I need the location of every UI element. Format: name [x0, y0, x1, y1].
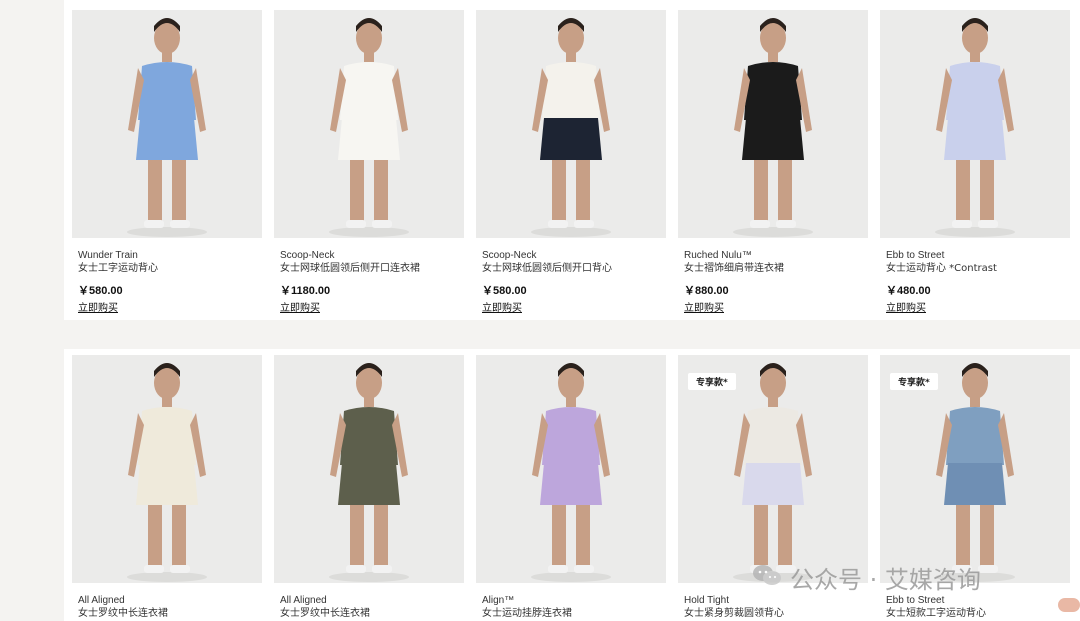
product-subtitle: 女士紧身剪裁圆领背心 — [684, 608, 784, 619]
buy-now-link[interactable]: 立即购买 — [274, 302, 320, 315]
product-subtitle: 女士运动挂脖连衣裙 — [482, 608, 572, 619]
product-card[interactable]: All Aligned 女士罗纹中长连衣裙 — [72, 355, 262, 621]
product-name[interactable]: Wunder Train — [72, 249, 262, 262]
product-name[interactable]: Scoop-Neck — [274, 249, 464, 262]
product-name[interactable]: Ruched Nulu™ — [678, 249, 868, 262]
product-image[interactable] — [678, 10, 868, 238]
product-name[interactable]: Ebb to Street — [880, 594, 1070, 607]
product-price: ￥580.00 — [482, 285, 527, 297]
buy-now-link[interactable]: 立即购买 — [476, 302, 522, 315]
product-price: ￥880.00 — [684, 285, 729, 297]
product-image[interactable]: 专享款* — [678, 355, 868, 583]
product-image[interactable] — [476, 10, 666, 238]
buy-now-link[interactable]: 立即购买 — [678, 302, 724, 315]
product-name[interactable]: All Aligned — [274, 594, 464, 607]
product-subtitle: 女士网球低圆领后侧开口背心 — [482, 263, 612, 274]
product-image[interactable] — [880, 10, 1070, 238]
product-image[interactable] — [274, 355, 464, 583]
exclusive-badge: 专享款* — [688, 373, 736, 390]
product-card[interactable]: Ruched Nulu™ 女士褶饰细肩带连衣裙 ￥880.00 立即购买 — [678, 10, 868, 316]
product-subtitle: 女士罗纹中长连衣裙 — [78, 608, 168, 619]
watermark-text: 公众号 · 艾媒咨询 — [790, 566, 981, 594]
watermark: 公众号 · 艾媒咨询 — [752, 560, 981, 595]
product-image[interactable] — [72, 10, 262, 238]
exclusive-badge: 专享款* — [890, 373, 938, 390]
product-subtitle: 女士罗纹中长连衣裙 — [280, 608, 370, 619]
product-name[interactable]: Scoop-Neck — [476, 249, 666, 262]
buy-now-link[interactable]: 立即购买 — [880, 302, 926, 315]
product-name[interactable]: All Aligned — [72, 594, 262, 607]
product-subtitle: 女士网球低圆领后侧开口连衣裙 — [280, 263, 420, 274]
product-price: ￥480.00 — [886, 285, 931, 297]
product-subtitle: 女士短款工字运动背心 — [886, 608, 986, 619]
product-subtitle: 女士工字运动背心 — [78, 263, 158, 274]
product-image[interactable] — [274, 10, 464, 238]
product-card[interactable]: Wunder Train 女士工字运动背心 ￥580.00 立即购买 — [72, 10, 262, 316]
product-name[interactable]: Ebb to Street — [880, 249, 1070, 262]
brand-logo-icon — [1058, 598, 1080, 612]
product-price: ￥1180.00 — [280, 285, 331, 297]
product-image[interactable] — [476, 355, 666, 583]
product-image[interactable]: 专享款* — [880, 355, 1070, 583]
buy-now-link[interactable]: 立即购买 — [72, 302, 118, 315]
product-price: ￥580.00 — [78, 285, 123, 297]
product-image[interactable] — [72, 355, 262, 583]
product-subtitle: 女士运动背心 *Contrast — [886, 263, 997, 274]
product-card[interactable]: Scoop-Neck 女士网球低圆领后侧开口背心 ￥580.00 立即购买 — [476, 10, 666, 316]
wechat-icon — [752, 563, 782, 593]
product-card[interactable]: Ebb to Street 女士运动背心 *Contrast ￥480.00 立即购买 — [880, 10, 1070, 316]
product-name[interactable]: Hold Tight — [678, 594, 868, 607]
product-subtitle: 女士褶饰细肩带连衣裙 — [684, 263, 784, 274]
product-card[interactable]: All Aligned 女士罗纹中长连衣裙 — [274, 355, 464, 621]
product-card[interactable]: Scoop-Neck 女士网球低圆领后侧开口连衣裙 ￥1180.00 立即购买 — [274, 10, 464, 316]
product-name[interactable]: Align™ — [476, 594, 666, 607]
product-card[interactable]: Align™ 女士运动挂脖连衣裙 — [476, 355, 666, 621]
